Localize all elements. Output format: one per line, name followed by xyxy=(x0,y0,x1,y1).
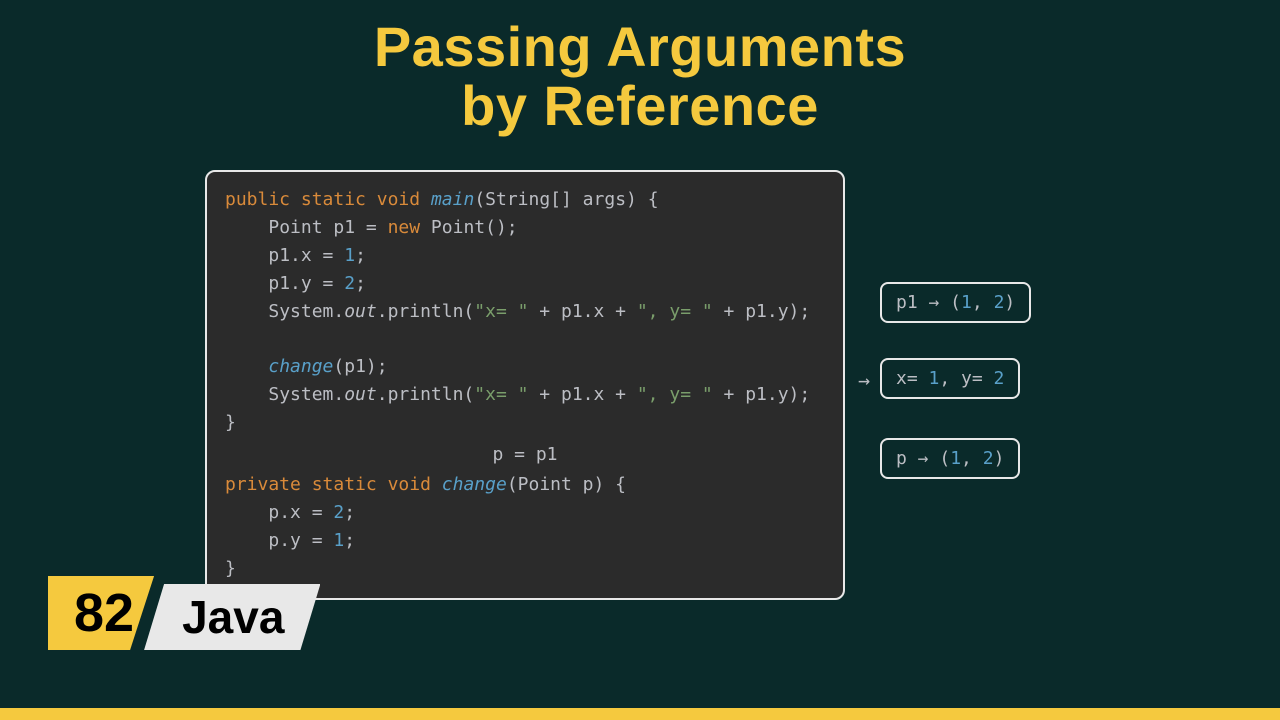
state-p1: p1 → (1, 2) xyxy=(880,282,1031,323)
language-badge: Java xyxy=(144,584,320,650)
slide-title: Passing Arguments by Reference xyxy=(0,0,1280,136)
code-content-2: private static void change(Point p) { p.… xyxy=(225,471,825,583)
episode-badge: 82 Java xyxy=(48,576,320,650)
episode-number: 82 xyxy=(48,576,154,650)
code-block: public static void main(String[] args) {… xyxy=(205,170,845,600)
accent-bar xyxy=(0,708,1280,720)
title-line-1: Passing Arguments xyxy=(0,18,1280,77)
code-content: public static void main(String[] args) {… xyxy=(225,186,825,437)
output-box: x= 1, y= 2 xyxy=(880,358,1020,399)
title-line-2: by Reference xyxy=(0,77,1280,136)
arrow-icon: → xyxy=(858,368,870,392)
state-p: p → (1, 2) xyxy=(880,438,1020,479)
code-annotation: p = p1 xyxy=(225,441,825,469)
